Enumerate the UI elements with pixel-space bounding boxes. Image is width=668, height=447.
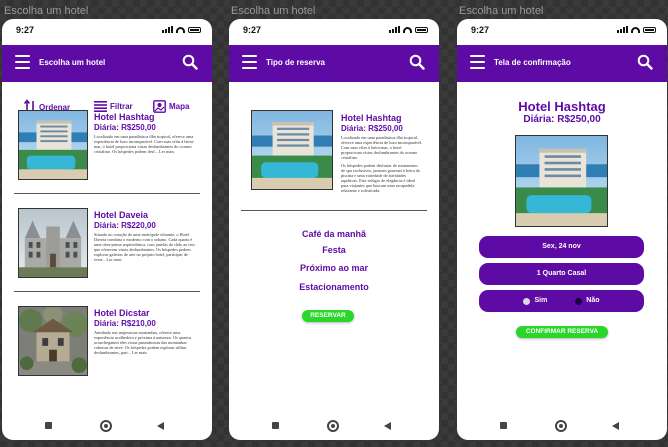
- hotel-info-daveia: Hotel Daveia Diária: R$220,00 Situado no…: [94, 210, 196, 262]
- hotel-name: Hotel Hashtag: [94, 112, 155, 122]
- room-selector[interactable]: 1 Quarto Casal: [479, 263, 644, 285]
- hotel-name: Hotel Dicstar: [94, 308, 150, 318]
- radio-no[interactable]: Não: [575, 290, 600, 312]
- status-bar: 9:27: [457, 19, 667, 41]
- hotel-price: Diária: R$220,00: [94, 221, 156, 230]
- home-icon[interactable]: [327, 420, 339, 432]
- date-selector[interactable]: Sex, 24 nov: [479, 236, 644, 258]
- status-icons: [162, 26, 201, 33]
- divider: [14, 193, 200, 194]
- back-icon[interactable]: [384, 422, 391, 430]
- signal-icon: [617, 26, 628, 33]
- hotel-card-hashtag[interactable]: Hotel Hashtag Diária: R$250,00 Localizad…: [18, 110, 196, 186]
- status-bar: 9:27: [2, 19, 212, 41]
- hotel-price: Diária: R$250,00: [94, 123, 156, 132]
- confirmation-hotel-price: Diária: R$250,00: [523, 114, 601, 125]
- android-nav-bar: [229, 420, 439, 432]
- hotel-info-dicstar: Hotel Dicstar Diária: R$210,00 Aninhado …: [94, 308, 196, 355]
- android-nav-bar: [457, 420, 667, 432]
- home-icon[interactable]: [555, 420, 567, 432]
- hotel-photo-hashtag: [515, 135, 608, 227]
- app-bar: Escolha um hotel: [2, 45, 212, 82]
- hotel-photo-daveia: [18, 208, 88, 278]
- hotel-card-dicstar[interactable]: Hotel Dicstar Diária: R$210,00 Aninhado …: [18, 306, 196, 382]
- option-parking[interactable]: Estacionamento: [229, 282, 439, 292]
- reserve-button[interactable]: RESERVAR: [302, 310, 354, 322]
- hotel-card-daveia[interactable]: Hotel Daveia Diária: R$220,00 Situado no…: [18, 208, 196, 284]
- divider: [241, 210, 427, 211]
- hotel-photo-hashtag: [18, 110, 88, 180]
- status-bar: 9:27: [229, 19, 439, 41]
- wifi-icon: [176, 27, 185, 33]
- back-icon[interactable]: [612, 422, 619, 430]
- hotel-description: Localizado em uma paradisíaca ilha tropi…: [341, 135, 423, 160]
- phone-screen-hotel-list: 9:27 Escolha um hotel Ordenar Filtrar Ma…: [2, 19, 212, 440]
- yes-no-selector: Sim Não: [479, 290, 644, 312]
- option-party[interactable]: Festa: [229, 245, 439, 255]
- home-icon[interactable]: [100, 420, 112, 432]
- hotel-price: Diária: R$250,00: [341, 124, 403, 133]
- hotel-photo-dicstar: [18, 306, 88, 376]
- hotel-name: Hotel Hashtag: [341, 113, 402, 123]
- app-bar: Tela de confirmação: [457, 45, 667, 82]
- hotel-detail-hashtag: Hotel Hashtag Diária: R$250,00 Localizad…: [245, 110, 423, 220]
- search-icon[interactable]: [182, 54, 198, 70]
- hotel-description: Localizado em uma paradisíaca ilha tropi…: [94, 134, 195, 154]
- hotel-info-hashtag: Hotel Hashtag Diária: R$250,00 Localizad…: [94, 112, 196, 154]
- radio-yes[interactable]: Sim: [523, 290, 547, 312]
- app-bar-title: Tipo de reserva: [266, 58, 325, 67]
- status-time: 9:27: [243, 25, 262, 35]
- divider: [14, 291, 200, 292]
- android-nav-bar: [2, 420, 212, 432]
- phone-screen-confirmation: 9:27 Tela de confirmação Hotel Hashtag D…: [457, 19, 667, 440]
- radio-group: Sim Não: [479, 290, 644, 312]
- frame-label-3: Escolha um hotel: [459, 5, 544, 17]
- radio-no-label: Não: [586, 297, 600, 304]
- search-icon[interactable]: [637, 54, 653, 70]
- app-bar-title: Escolha um hotel: [39, 58, 106, 67]
- menu-icon[interactable]: [242, 55, 257, 70]
- battery-icon: [643, 27, 656, 33]
- status-time: 9:27: [471, 25, 490, 35]
- hotel-photo-hashtag: [251, 110, 333, 190]
- hotel-description-extra: Os hóspedes podem desfrutar de tratament…: [341, 163, 420, 193]
- hotel-name: Hotel Daveia: [94, 210, 149, 220]
- hotel-info: Hotel Hashtag Diária: R$250,00 Localizad…: [341, 113, 423, 193]
- radio-yes-label: Sim: [534, 297, 548, 304]
- battery-icon: [415, 27, 428, 33]
- recent-apps-icon[interactable]: [272, 422, 279, 429]
- hotel-description: Situado no coração de uma metrópole vibr…: [94, 232, 195, 262]
- radio-dot-icon: [575, 297, 583, 305]
- frame-label-2: Escolha um hotel: [231, 5, 316, 17]
- wifi-icon: [403, 27, 412, 33]
- menu-icon[interactable]: [470, 55, 485, 70]
- phone-screen-reservation-type: 9:27 Tipo de reserva Hotel Hashtag Diári…: [229, 19, 439, 440]
- confirmation-hotel-name: Hotel Hashtag: [518, 99, 606, 114]
- wifi-icon: [631, 27, 640, 33]
- back-icon[interactable]: [157, 422, 164, 430]
- status-icons: [617, 26, 656, 33]
- search-icon[interactable]: [409, 54, 425, 70]
- signal-icon: [389, 26, 400, 33]
- radio-dot-icon: [523, 297, 531, 305]
- signal-icon: [162, 26, 173, 33]
- menu-icon[interactable]: [15, 55, 30, 70]
- app-bar-title: Tela de confirmação: [494, 58, 571, 67]
- option-breakfast[interactable]: Café da manhã: [229, 229, 439, 239]
- recent-apps-icon[interactable]: [500, 422, 507, 429]
- app-bar: Tipo de reserva: [229, 45, 439, 82]
- status-time: 9:27: [16, 25, 35, 35]
- frame-label-1: Escolha um hotel: [4, 5, 89, 17]
- confirm-reservation-button[interactable]: CONFIRMAR RESERVA: [516, 326, 608, 338]
- hotel-description: Aninhado nas majestosas montanhas, ofere…: [94, 330, 192, 355]
- hotel-price: Diária: R$210,00: [94, 319, 156, 328]
- recent-apps-icon[interactable]: [45, 422, 52, 429]
- status-icons: [389, 26, 428, 33]
- option-near-sea[interactable]: Próximo ao mar: [229, 263, 439, 273]
- battery-icon: [188, 27, 201, 33]
